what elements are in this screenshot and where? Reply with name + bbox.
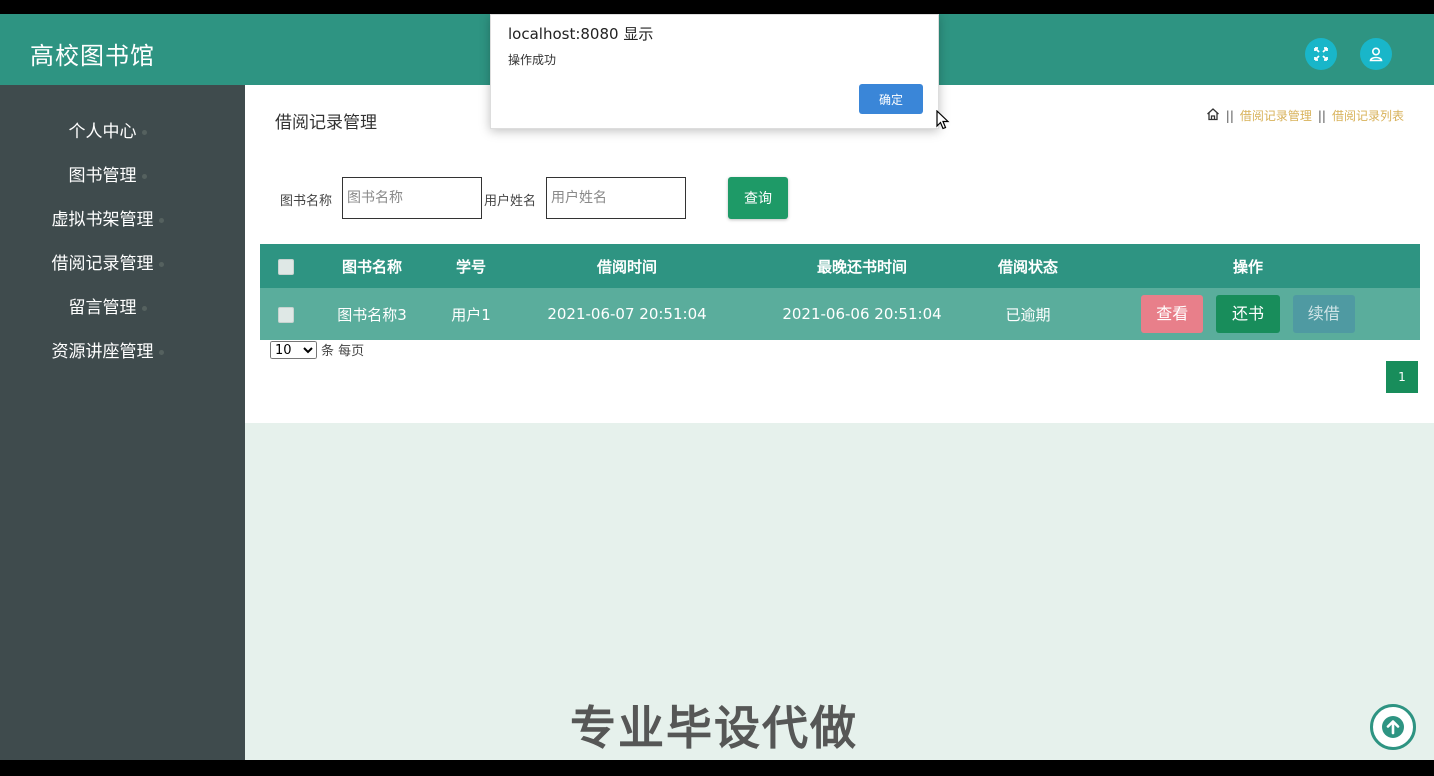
cell-book-name: 图书名称3 <box>312 288 432 340</box>
app-frame: 高校图书馆 个人中心 图书管理 虚拟书架管理 借阅记录管理 留言管理 资源讲座管… <box>0 14 1434 760</box>
book-name-input[interactable] <box>342 177 482 219</box>
alert-dialog: localhost:8080 显示 操作成功 确定 <box>490 14 939 129</box>
column-header: 最晚还书时间 <box>744 244 980 288</box>
sidebar-item-books[interactable]: 图书管理 <box>0 161 215 186</box>
bullet-icon <box>158 217 164 223</box>
view-button[interactable]: 查看 <box>1141 295 1204 333</box>
cell-due-time: 2021-06-06 20:51:04 <box>744 288 980 340</box>
bullet-icon <box>158 261 164 267</box>
bullet-icon <box>141 305 147 311</box>
column-header: 操作 <box>1076 244 1420 288</box>
user-name-input[interactable] <box>546 177 686 219</box>
dialog-title: localhost:8080 显示 <box>508 25 654 43</box>
bullet-icon <box>158 349 164 355</box>
mouse-cursor-icon <box>936 109 950 134</box>
column-header: 借阅状态 <box>980 244 1076 288</box>
column-header: 图书名称 <box>312 244 432 288</box>
select-all-cell <box>260 244 312 288</box>
sidebar: 个人中心 图书管理 虚拟书架管理 借阅记录管理 留言管理 资源讲座管理 <box>0 85 245 760</box>
borrow-records-table: 图书名称 学号 借阅时间 最晚还书时间 借阅状态 操作 图书名称3 用户1 20… <box>260 244 1420 340</box>
sidebar-item-borrow-records[interactable]: 借阅记录管理 <box>0 249 215 274</box>
sidebar-item-label: 借阅记录管理 <box>51 254 154 274</box>
bullet-icon <box>141 173 147 179</box>
return-button[interactable]: 还书 <box>1216 295 1280 333</box>
sidebar-item-label: 个人中心 <box>68 122 137 142</box>
sidebar-item-virtual-shelf[interactable]: 虚拟书架管理 <box>0 205 215 230</box>
breadcrumb-link-list[interactable]: 借阅记录列表 <box>1332 107 1404 124</box>
row-select-cell <box>260 288 312 340</box>
query-button[interactable]: 查询 <box>728 177 788 219</box>
table-header-row: 图书名称 学号 借阅时间 最晚还书时间 借阅状态 操作 <box>260 244 1420 288</box>
sidebar-item-label: 资源讲座管理 <box>51 342 154 362</box>
dialog-ok-button[interactable]: 确定 <box>859 84 923 114</box>
back-to-top-icon[interactable] <box>1370 704 1416 750</box>
sidebar-item-lectures[interactable]: 资源讲座管理 <box>0 337 215 362</box>
cell-borrow-time: 2021-06-07 20:51:04 <box>510 288 744 340</box>
breadcrumb-separator: || <box>1225 108 1234 123</box>
breadcrumb: || 借阅记录管理 || 借阅记录列表 <box>1206 107 1404 124</box>
row-checkbox[interactable] <box>278 306 294 323</box>
breadcrumb-link-records[interactable]: 借阅记录管理 <box>1240 107 1312 124</box>
page-size-suffix: 条 每页 <box>321 344 365 359</box>
sidebar-item-messages[interactable]: 留言管理 <box>0 293 215 318</box>
select-all-checkbox[interactable] <box>278 258 294 275</box>
page-title: 借阅记录管理 <box>275 113 377 133</box>
sidebar-item-profile[interactable]: 个人中心 <box>0 117 215 142</box>
sidebar-item-label: 留言管理 <box>68 298 137 318</box>
cell-student-no: 用户1 <box>432 288 510 340</box>
fullscreen-icon[interactable] <box>1305 38 1337 70</box>
sidebar-item-label: 虚拟书架管理 <box>51 210 154 230</box>
column-header: 借阅时间 <box>510 244 744 288</box>
table-row: 图书名称3 用户1 2021-06-07 20:51:04 2021-06-06… <box>260 288 1420 340</box>
page-size-select[interactable]: 10 <box>270 340 317 359</box>
watermark-text: 专业毕设代做 <box>570 701 858 755</box>
cell-status: 已逾期 <box>980 288 1076 340</box>
sidebar-item-label: 图书管理 <box>68 166 137 186</box>
user-icon[interactable] <box>1360 38 1392 70</box>
content-panel: 借阅记录管理 || 借阅记录管理 || 借阅记录列表 图书名称 用户姓名 查询 … <box>245 85 1434 423</box>
cell-actions: 查看 还书 续借 <box>1076 288 1420 340</box>
page-size-control: 10 条 每页 <box>270 340 364 359</box>
app-title: 高校图书馆 <box>30 42 155 70</box>
user-name-label: 用户姓名 <box>484 194 537 209</box>
column-header: 学号 <box>432 244 510 288</box>
home-icon[interactable] <box>1206 107 1220 124</box>
dialog-message: 操作成功 <box>508 53 557 67</box>
renew-button[interactable]: 续借 <box>1292 295 1355 333</box>
breadcrumb-separator: || <box>1317 108 1326 123</box>
bullet-icon <box>141 129 147 135</box>
page-number-button[interactable]: 1 <box>1386 361 1418 393</box>
book-name-label: 图书名称 <box>280 194 333 209</box>
